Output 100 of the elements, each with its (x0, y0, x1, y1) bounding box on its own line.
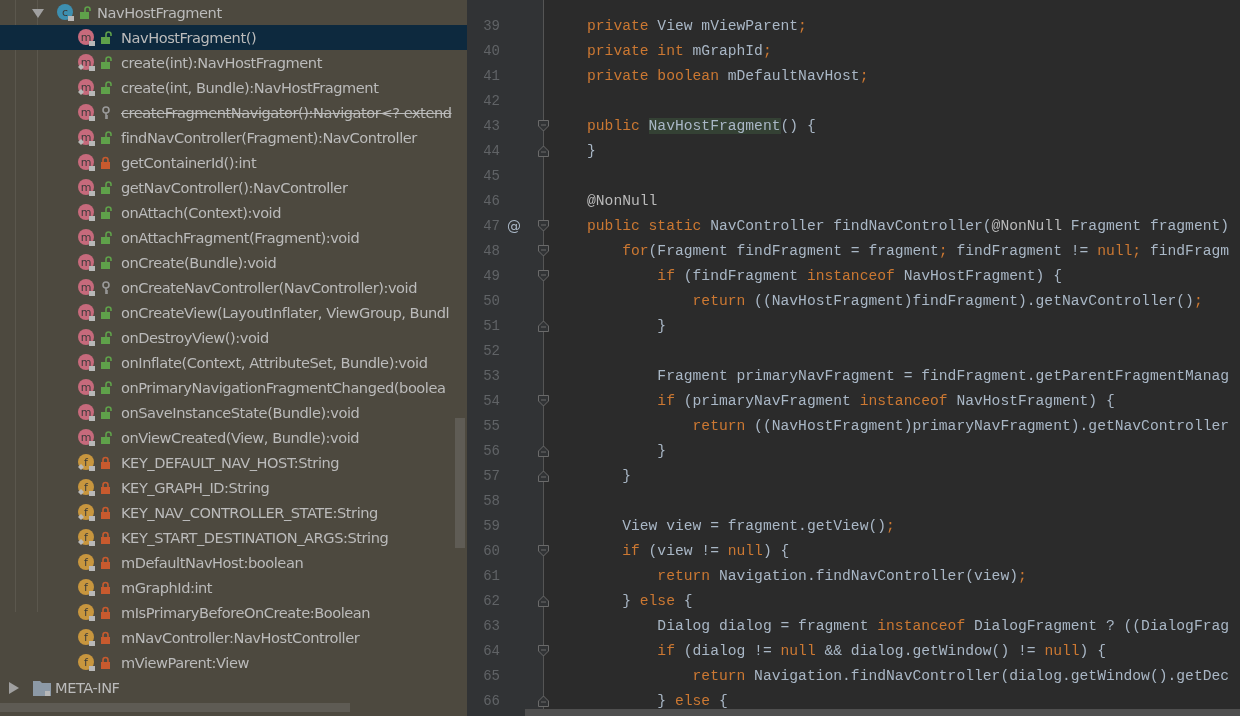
tree-row[interactable]: m createFragmentNavigator():Navigator<? extend (0, 100, 467, 125)
tree-row[interactable]: m findNavController(Fragment):NavController (0, 125, 467, 150)
method-icon: m (77, 428, 96, 447)
fold-marker-icon[interactable] (538, 269, 549, 282)
method-icon: m (77, 28, 96, 47)
tree-item-label: NavHostFragment() (121, 29, 257, 46)
tree-item-label: create(int, Bundle):NavHostFragment (121, 79, 379, 96)
collapse-arrow-icon[interactable] (8, 681, 20, 694)
tree-item-label: mIsPrimaryBeforeOnCreate:Boolean (121, 604, 371, 621)
method-icon: m (77, 303, 96, 322)
tree-row[interactable]: m onDestroyView():void (0, 325, 467, 350)
code-line: private int mGraphId; (587, 42, 772, 59)
method-icon: m (77, 328, 96, 347)
code-line: @NonNull (587, 192, 658, 209)
tree-item-label: onInflate(Context, AttributeSet, Bundle):void (121, 354, 428, 371)
tree-row[interactable]: m onCreate(Bundle):void (0, 250, 467, 275)
tree-row[interactable]: m create(int, Bundle):NavHostFragment (0, 75, 467, 100)
tree-item-label: mViewParent:View (121, 654, 249, 671)
code-line: Fragment primaryNavFragment = findFragment.getParentFragmentManag (656, 367, 1230, 384)
fold-marker-icon[interactable] (538, 119, 549, 132)
tree-row[interactable]: f mViewParent:View (0, 650, 467, 675)
code-line: } else { (621, 592, 693, 609)
fold-marker-icon[interactable] (538, 694, 549, 707)
tree-item-label: createFragmentNavigator():Navigator<? extend (121, 104, 452, 121)
tree-item-label: getContainerId():int (121, 154, 257, 171)
method-icon: m (77, 403, 96, 422)
code-line: if (primaryNavFragment instanceof NavHostFragment) { (656, 392, 1115, 409)
fold-marker-icon[interactable] (538, 469, 549, 482)
tree-row[interactable]: m onCreateView(LayoutInflater, ViewGroup, Bundl (0, 300, 467, 325)
tree-row[interactable]: f KEY_GRAPH_ID:String (0, 475, 467, 500)
tree-row[interactable]: f mGraphId:int (0, 575, 467, 600)
fold-marker-icon[interactable] (538, 444, 549, 457)
code-line: for(Fragment findFragment = fragment; findFragment != null; findFragm (621, 242, 1230, 259)
tree-item-label: KEY_GRAPH_ID:String (121, 479, 270, 496)
fold-marker-icon[interactable] (538, 219, 549, 232)
tree-item-label: onPrimaryNavigationFragmentChanged(boolea (121, 379, 446, 396)
code-line: return ((NavHostFragment)findFragment).getNavController(); (691, 292, 1203, 309)
tree-row[interactable]: f KEY_DEFAULT_NAV_HOST:String (0, 450, 467, 475)
tree-item-label: onCreateView(LayoutInflater, ViewGroup, Bundl (121, 304, 450, 321)
tree-row[interactable]: f KEY_START_DESTINATION_ARGS:String (0, 525, 467, 550)
tree-item-label[interactable]: META-INF (55, 679, 120, 696)
code-line: } (656, 317, 667, 334)
tree-item-label: mDefaultNavHost:boolean (121, 554, 304, 571)
tree-item-label: findNavController(Fragment):NavController (121, 129, 417, 146)
tree-row[interactable]: f mDefaultNavHost:boolean (0, 550, 467, 575)
fold-marker-icon[interactable] (538, 594, 549, 607)
method-icon: m (77, 253, 96, 272)
method-icon: m (77, 178, 96, 197)
tree-item-label: KEY_NAV_CONTROLLER_STATE:String (121, 504, 378, 521)
field-icon: f (77, 578, 96, 597)
code-line: return ((NavHostFragment)primaryNavFragment).getNavController (691, 417, 1230, 434)
method-icon: m (77, 78, 96, 97)
expand-arrow-icon[interactable] (32, 6, 44, 19)
fold-marker-icon[interactable] (538, 644, 549, 657)
tree-row[interactable]: m onInflate(Context, AttributeSet, Bundle):void (0, 350, 467, 375)
tree-row[interactable]: m onPrimaryNavigationFragmentChanged(boolea (0, 375, 467, 400)
method-icon: m (77, 353, 96, 372)
method-icon: m (77, 103, 96, 122)
method-icon: m (77, 228, 96, 247)
tree-row[interactable]: m onSaveInstanceState(Bundle):void (0, 400, 467, 425)
field-icon: f (77, 528, 96, 547)
tree-row[interactable]: m onCreateNavController(NavController):void (0, 275, 467, 300)
scrollbar[interactable] (525, 709, 1240, 716)
tree-item-label: onAttach(Context):void (121, 204, 282, 221)
code-line: public static NavController findNavController(@NonNull Fragment fragment) (587, 217, 1230, 234)
fold-marker-icon[interactable] (538, 144, 549, 157)
tree-item-label: create(int):NavHostFragment (121, 54, 322, 71)
code-line: private View mViewParent; (587, 17, 807, 34)
tree-item-label: KEY_START_DESTINATION_ARGS:String (121, 529, 389, 546)
tree-row[interactable]: m onAttachFragment(Fragment):void (0, 225, 467, 250)
override-marker[interactable]: @ (500, 217, 528, 234)
folder-icon (33, 679, 51, 696)
fold-marker-icon[interactable] (538, 244, 549, 257)
fold-marker-icon[interactable] (538, 544, 549, 557)
field-icon: f (77, 478, 96, 497)
tree-row[interactable]: f mIsPrimaryBeforeOnCreate:Boolean (0, 600, 467, 625)
tree-row[interactable]: m create(int):NavHostFragment (0, 50, 467, 75)
field-icon: f (77, 653, 96, 672)
code-line: } (587, 142, 596, 159)
tree-item-label: onCreateNavController(NavController):void (121, 279, 417, 296)
fold-marker-icon[interactable] (538, 319, 549, 332)
code-line: if (findFragment instanceof NavHostFragment) { (656, 267, 1062, 284)
tree-row[interactable]: f KEY_NAV_CONTROLLER_STATE:String (0, 500, 467, 525)
code-line: if (view != null) { (621, 542, 790, 559)
tree-row[interactable]: m NavHostFragment() (0, 25, 467, 50)
code-line: Dialog dialog = fragment instanceof DialogFragment ? ((DialogFrag (656, 617, 1230, 634)
code-line: public NavHostFragment() { (587, 117, 816, 134)
tree-row[interactable]: f mNavController:NavHostController (0, 625, 467, 650)
tree-row[interactable]: m onAttach(Context):void (0, 200, 467, 225)
tree-item-label: getNavController():NavController (121, 179, 348, 196)
code-line: if (dialog != null && dialog.getWindow() != null) { (656, 642, 1106, 659)
tree-row[interactable]: m getContainerId():int (0, 150, 467, 175)
tree-item-label: onSaveInstanceState(Bundle):void (121, 404, 360, 421)
code-line: return Navigation.findNavController(view); (656, 567, 1027, 584)
fold-marker-icon[interactable] (538, 394, 549, 407)
tree-row[interactable]: m getNavController():NavController (0, 175, 467, 200)
tree-item-label[interactable]: NavHostFragment (97, 4, 222, 21)
tree-row[interactable]: m onViewCreated(View, Bundle):void (0, 425, 467, 450)
tree-item-label: onAttachFragment(Fragment):void (121, 229, 360, 246)
field-icon: f (77, 553, 96, 572)
